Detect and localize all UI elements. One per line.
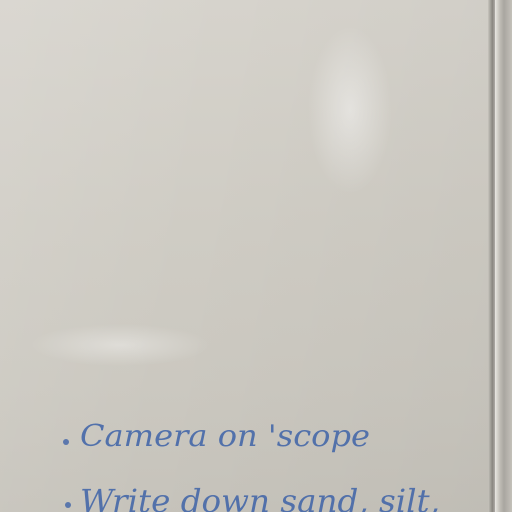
note-bullet-1	[63, 439, 69, 445]
note-line-1: Camera on 'scope	[80, 419, 370, 454]
handwritten-notes: Camera on 'scope Write down sand, silt,	[63, 419, 440, 512]
note-bullet-2	[65, 502, 71, 508]
whiteboard-photo: Camera on 'scope Write down sand, silt,	[0, 0, 512, 512]
note-line-2: Write down sand, silt,	[80, 482, 440, 512]
